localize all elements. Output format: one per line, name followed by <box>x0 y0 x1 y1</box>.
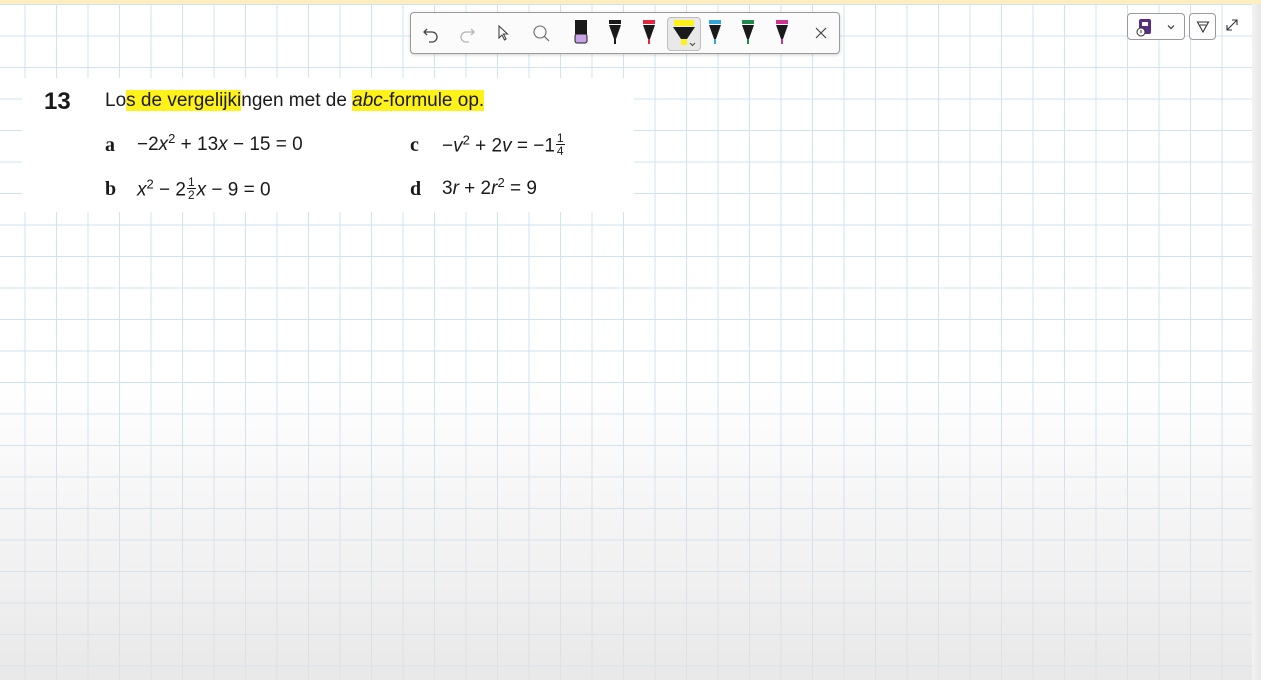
pen-green-button[interactable] <box>734 19 762 47</box>
pen-blue-button[interactable] <box>701 19 729 47</box>
fraction: 12 <box>186 175 196 202</box>
eraser-tool-button[interactable] <box>527 19 555 47</box>
redo-button[interactable] <box>453 19 481 47</box>
pen-green-icon <box>742 20 754 44</box>
pen-blue-icon <box>709 20 721 44</box>
highlighter-yellow-button[interactable] <box>667 17 701 51</box>
equation-a: −2x2 + 13x − 15 = 0 <box>137 131 303 155</box>
lasso-select-icon <box>498 24 509 41</box>
eraser-icon <box>533 25 550 42</box>
select-tool-button[interactable] <box>489 19 517 47</box>
title-text: Lo <box>105 90 127 111</box>
sticker-dropdown-button[interactable] <box>1127 13 1185 40</box>
page-right-edge <box>1252 4 1261 680</box>
highlight-stroke: abc-formule op. <box>352 90 485 111</box>
expand-icon <box>1226 19 1238 31</box>
item-letter-d: d <box>410 178 422 200</box>
exercise-block: 13 Los de vergelijkingen met de abc-form… <box>22 78 634 212</box>
equation-d: 3r + 2r2 = 9 <box>442 175 537 199</box>
item-letter-b: b <box>105 178 117 200</box>
close-toolbar-button[interactable] <box>807 19 835 47</box>
title-text: -formule op. <box>382 90 485 111</box>
item-letter-c: c <box>410 134 419 156</box>
undo-button[interactable] <box>417 19 445 47</box>
sticker-icon <box>1136 19 1151 37</box>
equation-c: −v2 + 2v = −1 1 4 <box>442 131 565 158</box>
filter-button[interactable] <box>1189 13 1216 40</box>
ink-toolbar <box>410 12 840 54</box>
abc-term: abc <box>352 90 383 111</box>
fraction: 14 <box>555 131 565 158</box>
filter-icon <box>1196 20 1209 33</box>
exercise-instruction: Los de vergelijkingen met de abc-formule… <box>105 90 485 112</box>
pen-red-button[interactable] <box>635 19 663 47</box>
pen-purple-icon <box>574 20 588 44</box>
equation-b: x2 − 212x − 9 = 0 <box>137 175 271 202</box>
title-text: ngen met de <box>241 90 353 111</box>
pen-magenta-button[interactable] <box>768 19 796 47</box>
highlighter-yellow-icon <box>673 20 696 47</box>
close-icon <box>815 27 827 39</box>
undo-icon <box>423 28 438 43</box>
pen-black-icon <box>609 20 621 44</box>
exercise-number: 13 <box>44 88 71 115</box>
expand-button[interactable] <box>1222 14 1242 36</box>
pen-purple-button[interactable] <box>567 19 595 47</box>
redo-icon <box>460 28 475 43</box>
pen-magenta-icon <box>776 20 788 44</box>
chevron-down-icon <box>1167 25 1175 30</box>
pen-black-button[interactable] <box>601 19 629 47</box>
item-letter-a: a <box>105 134 115 156</box>
pen-red-icon <box>643 20 655 44</box>
highlight-stroke: s de vergelijki <box>126 90 242 111</box>
